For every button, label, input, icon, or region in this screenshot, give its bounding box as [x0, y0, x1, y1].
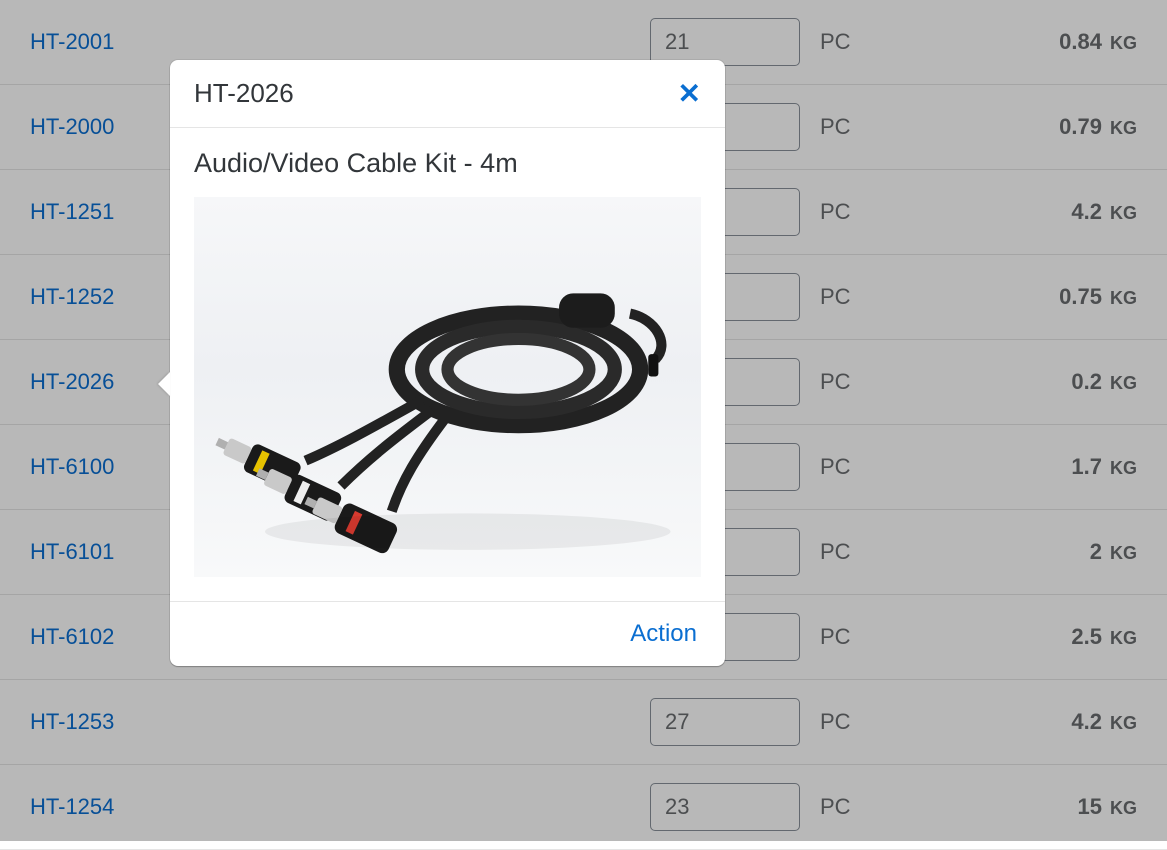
- close-button[interactable]: ✕: [678, 80, 701, 108]
- popover-arrow-icon: [158, 372, 170, 396]
- product-image: [194, 197, 701, 577]
- popover-title: HT-2026: [194, 78, 294, 109]
- product-popover: HT-2026 ✕ Audio/Video Cable Kit - 4m: [170, 60, 725, 666]
- popover-body: Audio/Video Cable Kit - 4m: [170, 128, 725, 601]
- popover-footer: Action: [170, 601, 725, 666]
- popover-header: HT-2026 ✕: [170, 60, 725, 128]
- action-button[interactable]: Action: [630, 620, 697, 648]
- close-icon: ✕: [678, 78, 701, 109]
- cable-icon: [194, 197, 701, 577]
- popover-description: Audio/Video Cable Kit - 4m: [194, 148, 701, 179]
